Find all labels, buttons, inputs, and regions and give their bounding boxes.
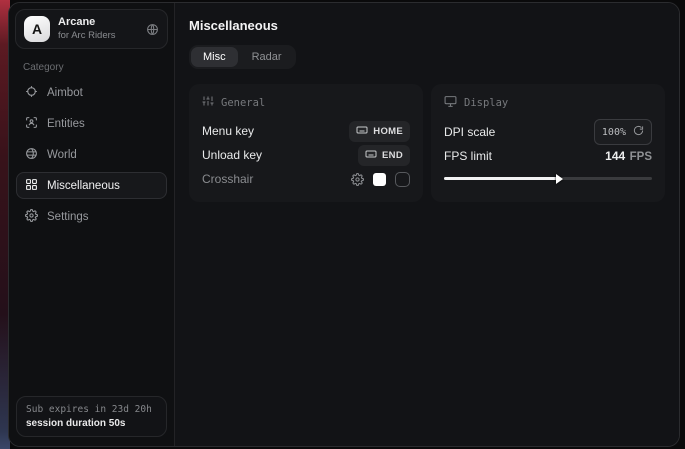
- session-duration-text: session duration 50s: [26, 418, 157, 429]
- crosshair-controls: [351, 172, 410, 187]
- menu-key-bind-button[interactable]: HOME: [349, 121, 410, 142]
- sidebar: A Arcane for Arc Riders Category Aimbot: [9, 3, 175, 446]
- entities-scan-icon: [25, 116, 38, 132]
- sidebar-item-label: Miscellaneous: [47, 180, 120, 192]
- sidebar-item-aimbot[interactable]: Aimbot: [16, 79, 167, 106]
- app-window: A Arcane for Arc Riders Category Aimbot: [8, 2, 680, 447]
- sidebar-item-label: Settings: [47, 211, 89, 223]
- display-card-title: Display: [464, 97, 508, 109]
- unload-key-label: Unload key: [202, 148, 262, 162]
- refresh-icon[interactable]: [633, 123, 644, 141]
- menu-key-row: Menu key HOME: [202, 119, 410, 143]
- fps-limit-label: FPS limit: [444, 149, 492, 163]
- tab-misc[interactable]: Misc: [191, 47, 238, 67]
- menu-key-value: HOME: [373, 126, 403, 137]
- category-label: Category: [23, 62, 160, 73]
- crosshair-checkbox[interactable]: [395, 172, 410, 187]
- app-title: Arcane: [58, 16, 138, 30]
- crosshair-row: Crosshair: [202, 167, 410, 191]
- app-profile-card: A Arcane for Arc Riders: [15, 9, 168, 49]
- unload-key-row: Unload key END: [202, 143, 410, 167]
- keyboard-icon: [356, 124, 368, 139]
- world-globe-icon: [25, 147, 38, 163]
- sidebar-item-label: World: [47, 149, 77, 161]
- general-card: General Menu key HOME Unload key: [189, 84, 423, 202]
- tab-bar: Misc Radar: [189, 45, 296, 69]
- fps-limit-unit: FPS: [630, 151, 652, 163]
- general-card-title: General: [221, 97, 265, 109]
- sub-expires-text: Sub expires in 23d 20h: [26, 404, 157, 415]
- dpi-scale-row: DPI scale 100%: [444, 120, 652, 144]
- fps-limit-value: 144: [605, 149, 625, 163]
- page-title: Miscellaneous: [189, 18, 665, 33]
- fps-limit-row: FPS limit 144 FPS: [444, 144, 652, 168]
- app-profile-text: Arcane for Arc Riders: [58, 16, 138, 42]
- sidebar-nav: Aimbot Entities World: [15, 79, 168, 230]
- fps-limit-slider[interactable]: [444, 177, 652, 180]
- main-panel: Miscellaneous Misc Radar General Menu ke…: [175, 3, 679, 446]
- sidebar-item-entities[interactable]: Entities: [16, 110, 167, 137]
- monitor-icon: [444, 95, 457, 111]
- fps-slider-fill: [444, 177, 558, 180]
- globe-status-icon[interactable]: [146, 23, 159, 36]
- dpi-scale-control[interactable]: 100%: [594, 119, 652, 145]
- dpi-scale-label: DPI scale: [444, 125, 495, 139]
- sidebar-item-settings[interactable]: Settings: [16, 203, 167, 230]
- dpi-scale-value: 100%: [602, 127, 626, 138]
- unload-key-bind-button[interactable]: END: [358, 145, 410, 166]
- display-card: Display DPI scale 100% FPS limit: [431, 84, 665, 202]
- sidebar-item-world[interactable]: World: [16, 141, 167, 168]
- menu-key-label: Menu key: [202, 124, 254, 138]
- settings-cards: General Menu key HOME Unload key: [189, 84, 665, 202]
- sliders-icon: [202, 95, 214, 110]
- fps-slider-thumb[interactable]: [556, 174, 563, 184]
- crosshair-label: Crosshair: [202, 172, 253, 186]
- tab-radar[interactable]: Radar: [240, 47, 294, 67]
- subscription-status-card: Sub expires in 23d 20h session duration …: [16, 396, 167, 437]
- sidebar-item-label: Entities: [47, 118, 85, 130]
- gear-icon: [25, 209, 38, 225]
- keyboard-icon: [365, 148, 377, 163]
- sidebar-item-label: Aimbot: [47, 87, 83, 99]
- app-logo: A: [24, 16, 50, 42]
- display-card-header: Display: [444, 95, 652, 111]
- unload-key-value: END: [382, 150, 403, 161]
- crosshair-color-swatch[interactable]: [373, 173, 386, 186]
- fps-limit-value-group: 144 FPS: [605, 147, 652, 165]
- grid-icon: [25, 178, 38, 194]
- crosshair-icon: [25, 85, 38, 101]
- app-subtitle: for Arc Riders: [58, 30, 138, 42]
- sidebar-item-miscellaneous[interactable]: Miscellaneous: [16, 172, 167, 199]
- general-card-header: General: [202, 95, 410, 110]
- crosshair-settings-gear-icon[interactable]: [351, 173, 364, 186]
